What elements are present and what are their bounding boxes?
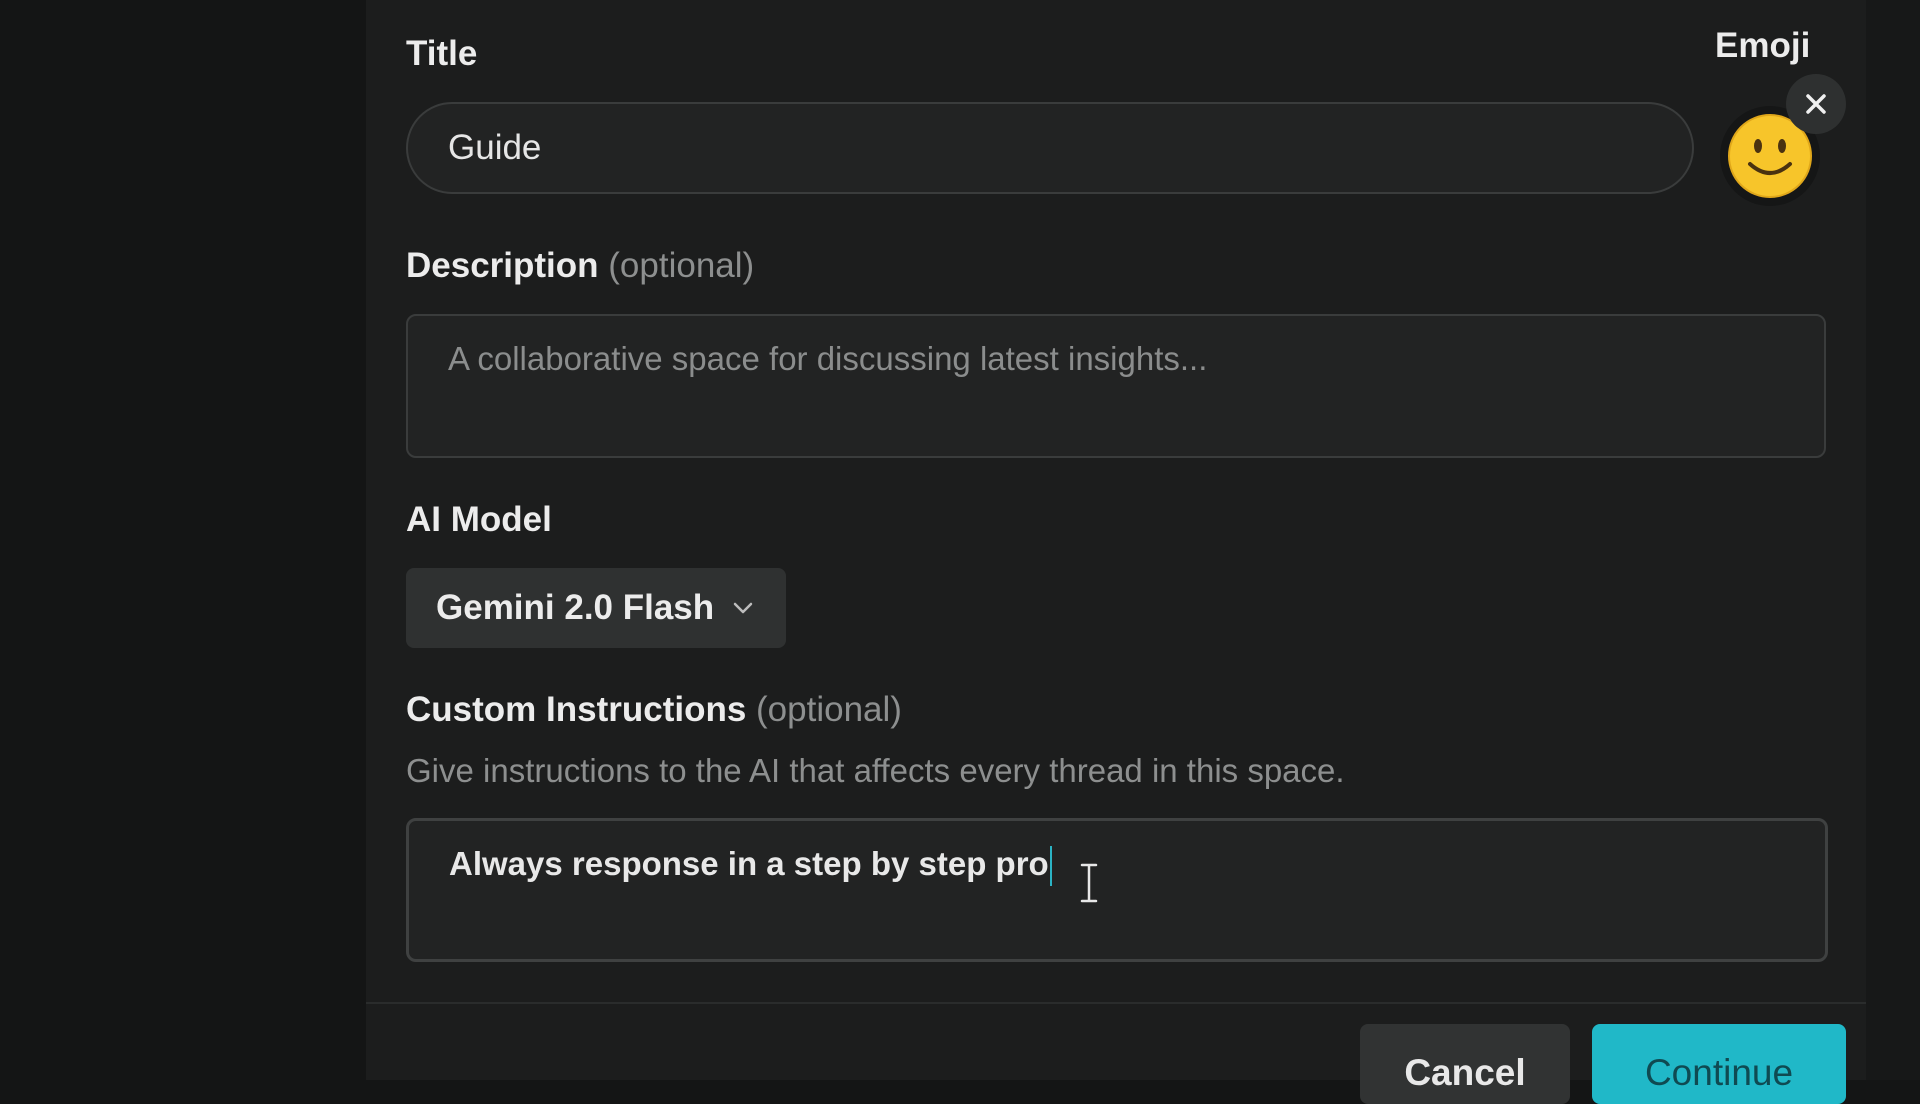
ai-model-label: AI Model xyxy=(406,500,552,539)
description-label-text: Description xyxy=(406,246,599,285)
chevron-down-icon xyxy=(732,601,754,615)
custom-instructions-value: Always response in a step by step pro xyxy=(449,845,1049,882)
text-caret xyxy=(1049,846,1052,887)
title-input[interactable]: Guide xyxy=(406,102,1694,194)
custom-instructions-input[interactable]: Always response in a step by step pro xyxy=(406,818,1828,962)
title-label: Title xyxy=(406,34,478,73)
custom-instructions-label-text: Custom Instructions xyxy=(406,690,747,729)
description-input[interactable]: A collaborative space for discussing lat… xyxy=(406,314,1826,458)
description-label: Description (optional) xyxy=(406,246,754,286)
custom-instructions-help-text: Give instructions to the AI that affects… xyxy=(406,752,1345,789)
close-icon xyxy=(1806,94,1826,114)
ai-model-select[interactable]: Gemini 2.0 Flash xyxy=(406,568,786,648)
page-backdrop-right xyxy=(1866,0,1920,1080)
description-optional-hint: (optional) xyxy=(608,246,755,285)
custom-instructions-optional-hint: (optional) xyxy=(756,690,902,729)
custom-instructions-label: Custom Instructions (optional) xyxy=(406,690,902,730)
description-placeholder: A collaborative space for discussing lat… xyxy=(448,340,1208,377)
continue-button[interactable]: Continue xyxy=(1592,1024,1846,1104)
cancel-button[interactable]: Cancel xyxy=(1360,1024,1570,1104)
remove-emoji-button[interactable] xyxy=(1786,74,1846,134)
emoji-label: Emoji xyxy=(1715,26,1811,65)
footer-divider xyxy=(366,1002,1866,1004)
ai-model-selected-value: Gemini 2.0 Flash xyxy=(436,588,715,627)
text-cursor-icon xyxy=(1080,863,1098,903)
